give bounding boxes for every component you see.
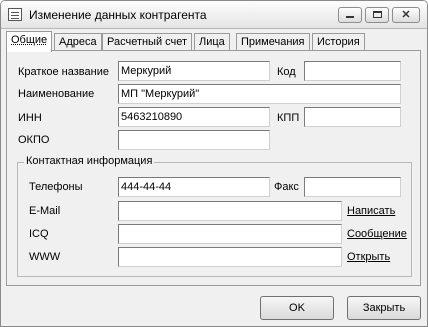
name-field[interactable]: МП "Меркурий": [118, 84, 401, 104]
app-icon: [8, 8, 22, 21]
tab-general[interactable]: Общие: [6, 31, 53, 52]
inn-label: ИНН: [18, 112, 42, 124]
short-name-field[interactable]: Меркурий: [118, 61, 270, 81]
tab-label: Примечания: [241, 36, 305, 48]
icq-label: ICQ: [29, 228, 49, 240]
contact-group-title: Контактная информация: [24, 155, 155, 167]
tab-label: Адреса: [59, 36, 97, 48]
okpo-label: ОКПО: [18, 134, 50, 146]
tab-label: Общие: [11, 34, 48, 46]
okpo-field[interactable]: [118, 130, 270, 150]
minimize-icon: [346, 16, 354, 18]
email-label: E-Mail: [29, 205, 61, 217]
open-website-link[interactable]: Открыть: [347, 251, 390, 263]
window-title: Изменение данных контрагента: [29, 8, 207, 22]
code-field[interactable]: [304, 61, 401, 81]
contact-group: Контактная информация Телефоны 444-44-44…: [17, 155, 412, 277]
tab-history[interactable]: История: [312, 33, 365, 51]
close-window-button[interactable]: ✕: [392, 7, 420, 23]
www-field[interactable]: [118, 247, 342, 267]
phones-field[interactable]: 444-44-44: [118, 177, 270, 197]
title-bar[interactable]: Изменение данных контрагента ✕: [1, 1, 427, 29]
phones-label: Телефоны: [29, 181, 83, 193]
tab-addresses[interactable]: Адреса: [54, 33, 102, 51]
inn-field[interactable]: 5463210890: [118, 107, 270, 127]
fax-field[interactable]: [304, 177, 401, 197]
tab-label: Расчетный счет: [107, 36, 188, 48]
code-label: Код: [277, 66, 296, 78]
tab-bank-account[interactable]: Расчетный счет: [102, 33, 193, 51]
email-field[interactable]: [118, 201, 342, 221]
dialog-window: Изменение данных контрагента ✕ Общие Адр…: [0, 0, 428, 327]
close-icon: ✕: [401, 9, 411, 21]
write-email-link[interactable]: Написать: [347, 205, 395, 217]
general-panel: Краткое название Меркурий Код Наименован…: [6, 50, 421, 286]
icq-field[interactable]: [118, 224, 342, 244]
tab-label: История: [317, 36, 360, 48]
ok-button[interactable]: OK: [260, 296, 334, 320]
kpp-label: КПП: [277, 112, 300, 124]
minimize-button[interactable]: [338, 7, 362, 23]
send-message-link[interactable]: Сообщение: [347, 228, 407, 240]
maximize-icon: [372, 11, 382, 18]
name-label: Наименование: [18, 88, 95, 100]
close-button[interactable]: Закрыть: [347, 296, 421, 320]
maximize-button[interactable]: [365, 7, 389, 23]
kpp-field[interactable]: [304, 107, 401, 127]
tab-notes[interactable]: Примечания: [236, 33, 310, 51]
tab-persons[interactable]: Лица: [194, 33, 230, 51]
tab-label: Лица: [199, 36, 225, 48]
www-label: WWW: [29, 251, 61, 263]
short-name-label: Краткое название: [18, 66, 109, 78]
fax-label: Факс: [274, 181, 299, 193]
